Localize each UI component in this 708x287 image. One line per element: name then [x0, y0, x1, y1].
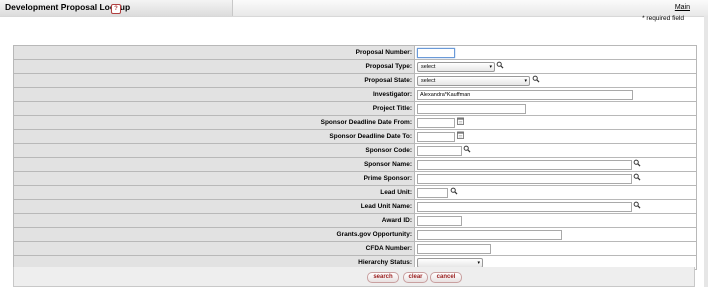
magnifier-lookup-icon[interactable] — [633, 159, 641, 167]
form-row-grants-gov: Grants.gov Opportunity: — [14, 228, 696, 242]
deadline-from-input[interactable] — [417, 117, 455, 128]
award-id-input[interactable] — [417, 215, 462, 226]
form-row-proposal-type: Proposal Type: select ▾ — [14, 60, 696, 74]
cfda-number-input[interactable] — [417, 243, 491, 254]
grants-gov-opportunity-input[interactable] — [417, 229, 562, 240]
field-label: Proposal State: — [14, 74, 415, 87]
scroll-edge — [704, 16, 708, 287]
chevron-down-icon: ▾ — [489, 63, 492, 70]
button-bar: search clear cancel — [13, 267, 695, 287]
form-row-project-title: Project Title: — [14, 102, 696, 116]
magnifier-lookup-icon[interactable] — [532, 75, 540, 83]
help-icon[interactable]: ? — [111, 4, 121, 14]
title-tab: Development Proposal Lookup ? — [0, 0, 233, 16]
field-label: Prime Sponsor: — [14, 172, 415, 185]
cancel-button[interactable]: cancel — [430, 272, 462, 283]
form-row-proposal-state: Proposal State: select ▾ — [14, 74, 696, 88]
calendar-icon[interactable] — [457, 131, 464, 139]
form-row-deadline-to: Sponsor Deadline Date To: — [14, 130, 696, 144]
form-row-sponsor-name: Sponsor Name: — [14, 158, 696, 172]
proposal-state-select[interactable]: select ▾ — [417, 75, 530, 86]
field-label: Sponsor Deadline Date From: — [14, 116, 415, 129]
lead-unit-input[interactable] — [417, 187, 448, 198]
field-label: Investigator: — [14, 88, 415, 101]
form-row-award-id: Award ID: — [14, 214, 696, 228]
main-link[interactable]: Main — [675, 4, 690, 11]
field-label: Lead Unit: — [14, 186, 415, 199]
field-label: Sponsor Code: — [14, 144, 415, 157]
clear-button[interactable]: clear — [403, 272, 428, 283]
magnifier-lookup-icon[interactable] — [633, 173, 641, 181]
prime-sponsor-input[interactable] — [417, 173, 632, 184]
field-label: Sponsor Name: — [14, 158, 415, 171]
magnifier-lookup-icon[interactable] — [496, 61, 504, 69]
form-row-sponsor-code: Sponsor Code: — [14, 144, 696, 158]
form-row-lead-unit-name: Lead Unit Name: — [14, 200, 696, 214]
field-label: Sponsor Deadline Date To: — [14, 130, 415, 143]
form-row-lead-unit: Lead Unit: — [14, 186, 696, 200]
field-label: Grants.gov Opportunity: — [14, 228, 415, 241]
required-field-note: * required field — [642, 15, 684, 22]
field-label: Proposal Number: — [14, 46, 415, 59]
magnifier-lookup-icon[interactable] — [450, 187, 458, 195]
deadline-to-input[interactable] — [417, 131, 455, 142]
select-value: select — [421, 63, 436, 70]
proposal-number-input[interactable] — [417, 47, 455, 58]
magnifier-lookup-icon[interactable] — [463, 145, 471, 153]
field-label: CFDA Number: — [14, 242, 415, 255]
search-button[interactable]: search — [367, 272, 399, 283]
chevron-down-icon: ▾ — [524, 77, 527, 84]
sponsor-code-input[interactable] — [417, 145, 462, 156]
form-row-cfda-number: CFDA Number: — [14, 242, 696, 256]
title-bar: Development Proposal Lookup ? Main — [0, 0, 708, 17]
chevron-down-icon: ▾ — [477, 259, 480, 266]
form-row-investigator: Investigator: — [14, 88, 696, 102]
project-title-input[interactable] — [417, 103, 526, 114]
select-value: select — [421, 77, 436, 84]
field-label: Lead Unit Name: — [14, 200, 415, 213]
field-label: Proposal Type: — [14, 60, 415, 73]
lookup-form: Proposal Number: Proposal Type: select ▾… — [13, 45, 697, 270]
lead-unit-name-input[interactable] — [417, 201, 632, 212]
calendar-icon[interactable] — [457, 117, 464, 125]
field-label: Project Title: — [14, 102, 415, 115]
proposal-type-select[interactable]: select ▾ — [417, 61, 495, 72]
form-row-proposal-number: Proposal Number: — [14, 46, 696, 60]
investigator-input[interactable] — [417, 89, 633, 100]
hierarchy-status-select[interactable]: ▾ — [417, 257, 483, 268]
field-label: Award ID: — [14, 214, 415, 227]
sponsor-name-input[interactable] — [417, 159, 632, 170]
form-row-prime-sponsor: Prime Sponsor: — [14, 172, 696, 186]
magnifier-lookup-icon[interactable] — [633, 201, 641, 209]
form-row-deadline-from: Sponsor Deadline Date From: — [14, 116, 696, 130]
